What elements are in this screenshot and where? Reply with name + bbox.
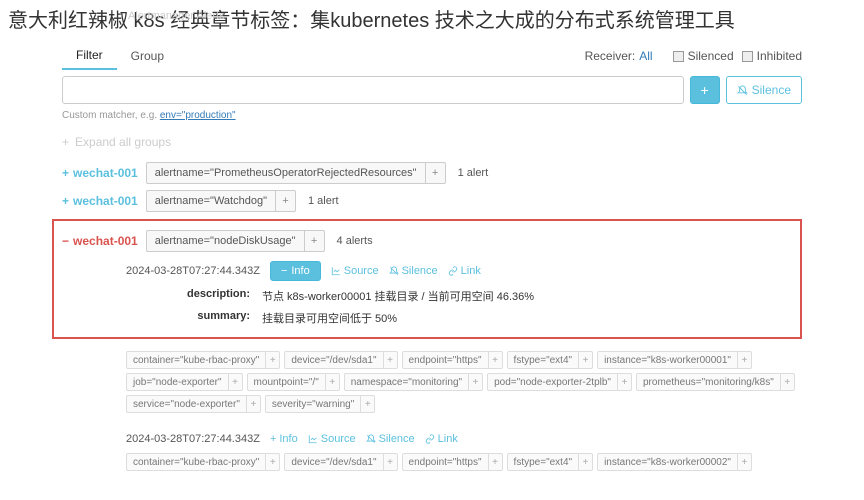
label-tag[interactable]: prometheus="monitoring/k8s"+ [636, 373, 795, 391]
add-filter-icon[interactable]: + [780, 374, 794, 390]
add-filter-icon[interactable]: + [304, 231, 324, 251]
add-filter-icon[interactable]: + [737, 352, 751, 368]
alert-labels: container="kube-rbac-proxy"+device="/dev… [62, 449, 802, 475]
plus-icon: + [270, 433, 276, 445]
add-filter-icon[interactable]: + [383, 454, 397, 470]
tab-filter[interactable]: Filter [62, 42, 117, 70]
info-button[interactable]: − Info [270, 261, 321, 281]
label-tag[interactable]: endpoint="https"+ [402, 351, 503, 369]
bell-off-icon [366, 434, 376, 444]
group-toggle-expanded[interactable]: − wechat-001 [62, 234, 138, 248]
search-row: + Silence [62, 72, 802, 108]
add-filter-icon[interactable]: + [488, 352, 502, 368]
add-filter-icon[interactable]: + [325, 374, 339, 390]
inhibited-checkbox[interactable]: Inhibited [742, 49, 802, 63]
alert-count: 1 alert [308, 195, 339, 207]
alert-detail-row: 2024-03-28T07:27:44.343Z − Info Source S… [62, 255, 792, 285]
receiver-value[interactable]: All [639, 49, 652, 63]
silence-link[interactable]: Silence [389, 265, 438, 277]
label-tag[interactable]: pod="node-exporter-2tplb"+ [487, 373, 632, 391]
tab-group[interactable]: Group [117, 43, 178, 69]
label-tag[interactable]: instance="k8s-worker00002"+ [597, 453, 752, 471]
label-tag[interactable]: device="/dev/sda1"+ [284, 351, 397, 369]
add-filter-icon[interactable]: + [737, 454, 751, 470]
alert-group-row: − wechat-001 alertname="nodeDiskUsage" +… [62, 227, 792, 255]
alert-group-row: + wechat-001 alertname="Watchdog" + 1 al… [62, 187, 802, 215]
add-filter-icon[interactable]: + [265, 454, 279, 470]
add-filter-icon[interactable]: + [383, 352, 397, 368]
plus-icon: + [62, 166, 69, 180]
link-icon [425, 434, 435, 444]
label-tag[interactable]: container="kube-rbac-proxy"+ [126, 351, 280, 369]
group-toggle[interactable]: + wechat-001 [62, 166, 138, 180]
minus-icon: − [281, 265, 287, 277]
add-filter-icon[interactable]: + [265, 352, 279, 368]
label-tag[interactable]: severity="warning"+ [265, 395, 375, 413]
hint-example-link[interactable]: env="production" [160, 110, 236, 121]
link-link[interactable]: Link [425, 433, 458, 445]
alert-labels: container="kube-rbac-proxy"+device="/dev… [62, 347, 802, 417]
label-tag[interactable]: instance="k8s-worker00001"+ [597, 351, 752, 369]
nav-row: Filter Group Receiver: All Silenced Inhi… [62, 38, 802, 72]
alert-detail-row: 2024-03-28T07:27:44.343Z + Info Source S… [62, 427, 802, 449]
alert-group-row: + wechat-001 alertname="PrometheusOperat… [62, 159, 802, 187]
second-alert: 2024-03-28T07:27:44.343Z + Info Source S… [62, 417, 802, 475]
matcher-input[interactable] [62, 76, 684, 104]
alert-count: 4 alerts [337, 235, 373, 247]
label-tag[interactable]: fstype="ext4"+ [507, 351, 594, 369]
plus-icon: + [62, 135, 69, 149]
add-filter-icon[interactable]: + [246, 396, 260, 412]
source-link[interactable]: Source [331, 265, 379, 277]
add-filter-icon[interactable]: + [578, 454, 592, 470]
add-filter-icon[interactable]: + [468, 374, 482, 390]
label-tag[interactable]: namespace="monitoring"+ [344, 373, 483, 391]
alerts-panel: Filter Group Receiver: All Silenced Inhi… [62, 38, 802, 475]
source-link[interactable]: Source [308, 433, 356, 445]
label-tag[interactable]: job="node-exporter"+ [126, 373, 243, 391]
bell-off-icon [737, 85, 748, 96]
matcher-chip[interactable]: alertname="PrometheusOperatorRejectedRes… [146, 162, 446, 184]
plus-icon: + [62, 194, 69, 208]
chart-icon [308, 434, 318, 444]
label-tag[interactable]: endpoint="https"+ [402, 453, 503, 471]
label-tag[interactable]: device="/dev/sda1"+ [284, 453, 397, 471]
add-matcher-button[interactable]: + [690, 76, 720, 104]
annotation-description: description: 节点 k8s-worker00001 挂载目录 / 当… [62, 285, 792, 307]
annotation-summary: summary: 挂载目录可用空间低于 50% [62, 307, 792, 329]
add-filter-icon[interactable]: + [425, 163, 445, 183]
add-filter-icon[interactable]: + [360, 396, 374, 412]
alert-timestamp: 2024-03-28T07:27:44.343Z [126, 433, 260, 445]
highlighted-alert-group: − wechat-001 alertname="nodeDiskUsage" +… [52, 219, 802, 339]
add-filter-icon[interactable]: + [488, 454, 502, 470]
chart-icon [331, 266, 341, 276]
bell-off-icon [389, 266, 399, 276]
label-tag[interactable]: service="node-exporter"+ [126, 395, 261, 413]
silenced-checkbox[interactable]: Silenced [673, 49, 734, 63]
label-tag[interactable]: container="kube-rbac-proxy"+ [126, 453, 280, 471]
alert-timestamp: 2024-03-28T07:27:44.343Z [126, 265, 260, 277]
add-filter-icon[interactable]: + [578, 352, 592, 368]
silence-button[interactable]: Silence [726, 76, 802, 104]
add-filter-icon[interactable]: + [617, 374, 631, 390]
link-icon [448, 266, 458, 276]
receiver-label: Receiver: [585, 49, 636, 63]
link-link[interactable]: Link [448, 265, 481, 277]
label-tag[interactable]: mountpoint="/"+ [247, 373, 340, 391]
matcher-hint: Custom matcher, e.g. env="production" [62, 108, 802, 131]
expand-all-groups[interactable]: + Expand all groups [62, 131, 802, 159]
minus-icon: − [62, 234, 69, 248]
group-toggle[interactable]: + wechat-001 [62, 194, 138, 208]
matcher-chip[interactable]: alertname="nodeDiskUsage" + [146, 230, 325, 252]
matcher-chip[interactable]: alertname="Watchdog" + [146, 190, 296, 212]
alert-count: 1 alert [458, 167, 489, 179]
info-button-collapsed[interactable]: + Info [270, 433, 298, 445]
label-tag[interactable]: fstype="ext4"+ [507, 453, 594, 471]
background-breadcrumb: Alertmanager Alerts [128, 10, 225, 22]
add-filter-icon[interactable]: + [228, 374, 242, 390]
silence-link[interactable]: Silence [366, 433, 415, 445]
add-filter-icon[interactable]: + [275, 191, 295, 211]
